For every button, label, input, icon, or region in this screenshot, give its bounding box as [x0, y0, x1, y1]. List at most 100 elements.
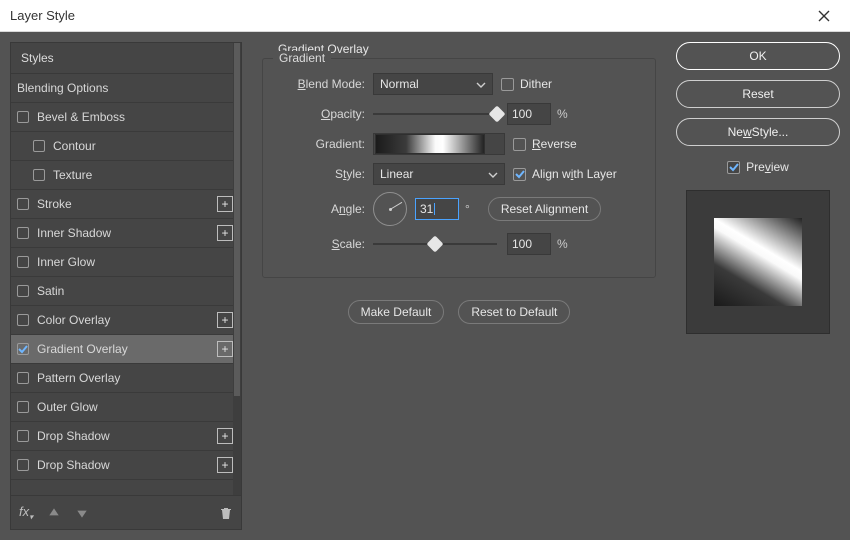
plus-icon[interactable]: + — [217, 225, 233, 241]
angle-label: Angle: — [277, 202, 373, 216]
make-default-button[interactable]: Make Default — [348, 300, 445, 324]
scale-unit: % — [557, 237, 568, 251]
reverse-label: Reverse — [532, 137, 577, 151]
checkbox-icon[interactable] — [17, 285, 29, 297]
style-select[interactable]: Linear — [373, 163, 505, 185]
plus-icon[interactable]: + — [217, 428, 233, 444]
sidebar-item-label: Stroke — [37, 197, 72, 211]
fx-icon[interactable]: fx▾ — [19, 504, 33, 522]
preview-checkbox[interactable]: Preview — [676, 160, 840, 174]
reset-button[interactable]: Reset — [676, 80, 840, 108]
chevron-down-icon — [488, 167, 498, 181]
plus-icon[interactable]: + — [217, 312, 233, 328]
sidebar-item-label: Bevel & Emboss — [37, 110, 125, 124]
gradient-swatch — [375, 134, 485, 154]
sidebar-item-label: Contour — [53, 139, 96, 153]
sidebar-scrollbar[interactable] — [233, 43, 241, 495]
checkbox-icon[interactable] — [17, 256, 29, 268]
arrow-down-icon[interactable] — [75, 505, 89, 520]
sidebar-item-stroke[interactable]: Stroke + — [11, 190, 241, 219]
checkbox-icon[interactable] — [17, 430, 29, 442]
sidebar-item-label: Blending Options — [17, 81, 108, 95]
trash-icon[interactable] — [219, 505, 233, 520]
sidebar-item-outer-glow[interactable]: Outer Glow — [11, 393, 241, 422]
new-style-button[interactable]: New Style... — [676, 118, 840, 146]
plus-icon[interactable]: + — [217, 341, 233, 357]
sidebar-item-label: Inner Glow — [37, 255, 95, 269]
angle-dial[interactable] — [373, 192, 407, 226]
panel-title: Gradient Overlay — [278, 42, 662, 56]
close-icon[interactable] — [808, 9, 840, 23]
gradient-label: Gradient: — [277, 137, 373, 151]
sidebar-item-contour[interactable]: Contour — [11, 132, 241, 161]
sidebar-item-label: Color Overlay — [37, 313, 110, 327]
align-with-layer-checkbox[interactable]: Align with Layer — [513, 167, 617, 181]
sidebar-item-label: Drop Shadow — [37, 458, 110, 472]
gradient-picker[interactable] — [373, 133, 505, 155]
plus-icon[interactable]: + — [217, 457, 233, 473]
blend-mode-value: Normal — [380, 77, 419, 91]
scale-label: Scale: — [277, 237, 373, 251]
chevron-down-icon — [495, 137, 503, 151]
sidebar-item-drop-shadow[interactable]: Drop Shadow + — [11, 451, 241, 480]
checkbox-icon[interactable] — [17, 372, 29, 384]
checkbox-icon[interactable] — [17, 314, 29, 326]
main-panel: Gradient Overlay Gradient Blend Mode: No… — [256, 42, 662, 530]
sidebar-item-label: Texture — [53, 168, 92, 182]
sidebar-item-label: Gradient Overlay — [37, 342, 128, 356]
scale-input[interactable]: 100 — [507, 233, 551, 255]
sidebar-item-label: Outer Glow — [37, 400, 98, 414]
opacity-input[interactable]: 100 — [507, 103, 551, 125]
sidebar-item-drop-shadow[interactable]: Drop Shadow + — [11, 422, 241, 451]
chevron-down-icon — [476, 77, 486, 91]
fieldset-legend: Gradient — [273, 51, 331, 65]
dither-label: Dither — [520, 77, 552, 91]
ok-button[interactable]: OK — [676, 42, 840, 70]
reverse-checkbox[interactable]: Reverse — [513, 137, 577, 151]
style-value: Linear — [380, 167, 413, 181]
opacity-slider[interactable] — [373, 105, 497, 123]
sidebar-item-inner-glow[interactable]: Inner Glow — [11, 248, 241, 277]
sidebar-item-texture[interactable]: Texture — [11, 161, 241, 190]
dither-checkbox[interactable]: Dither — [501, 77, 552, 91]
action-column: OK Reset New Style... Preview — [676, 42, 840, 530]
arrow-up-icon[interactable] — [47, 505, 61, 520]
style-label: Style: — [277, 167, 373, 181]
checkbox-icon[interactable] — [17, 111, 29, 123]
titlebar: Layer Style — [0, 0, 850, 32]
align-label: Align with Layer — [532, 167, 617, 181]
blend-mode-select[interactable]: Normal — [373, 73, 493, 95]
sidebar-footer: fx▾ — [11, 495, 241, 529]
blend-mode-label: Blend Mode: — [277, 77, 373, 91]
sidebar-item-label: Satin — [37, 284, 64, 298]
sidebar-item-label: Inner Shadow — [37, 226, 111, 240]
opacity-label: Opacity: — [277, 107, 373, 121]
checkbox-icon[interactable] — [33, 140, 45, 152]
sidebar-header[interactable]: Styles — [11, 43, 241, 74]
checkbox-icon[interactable] — [33, 169, 45, 181]
preview-box — [686, 190, 830, 334]
plus-icon[interactable]: + — [217, 196, 233, 212]
checkbox-icon[interactable] — [17, 343, 29, 355]
sidebar-item-bevel-emboss[interactable]: Bevel & Emboss — [11, 103, 241, 132]
scale-slider[interactable] — [373, 235, 497, 253]
reset-alignment-button[interactable]: Reset Alignment — [488, 197, 601, 221]
checkbox-icon[interactable] — [17, 227, 29, 239]
sidebar-item-color-overlay[interactable]: Color Overlay + — [11, 306, 241, 335]
gradient-fieldset: Gradient Blend Mode: Normal Dither Opaci… — [262, 58, 656, 278]
layer-style-dialog: Layer Style Styles Blending Options Bevel… — [0, 0, 850, 540]
checkbox-icon[interactable] — [17, 459, 29, 471]
sidebar-item-pattern-overlay[interactable]: Pattern Overlay — [11, 364, 241, 393]
sidebar-item-gradient-overlay[interactable]: Gradient Overlay + — [11, 335, 241, 364]
checkbox-icon[interactable] — [17, 198, 29, 210]
window-title: Layer Style — [10, 8, 808, 23]
angle-input[interactable]: 31 — [415, 198, 459, 220]
preview-thumbnail — [714, 218, 802, 306]
sidebar-item-blending-options[interactable]: Blending Options — [11, 74, 241, 103]
sidebar-item-inner-shadow[interactable]: Inner Shadow + — [11, 219, 241, 248]
checkbox-icon[interactable] — [17, 401, 29, 413]
reset-to-default-button[interactable]: Reset to Default — [458, 300, 570, 324]
sidebar-item-label: Drop Shadow — [37, 429, 110, 443]
styles-sidebar: Styles Blending Options Bevel & Emboss Con… — [10, 42, 242, 530]
sidebar-item-satin[interactable]: Satin — [11, 277, 241, 306]
